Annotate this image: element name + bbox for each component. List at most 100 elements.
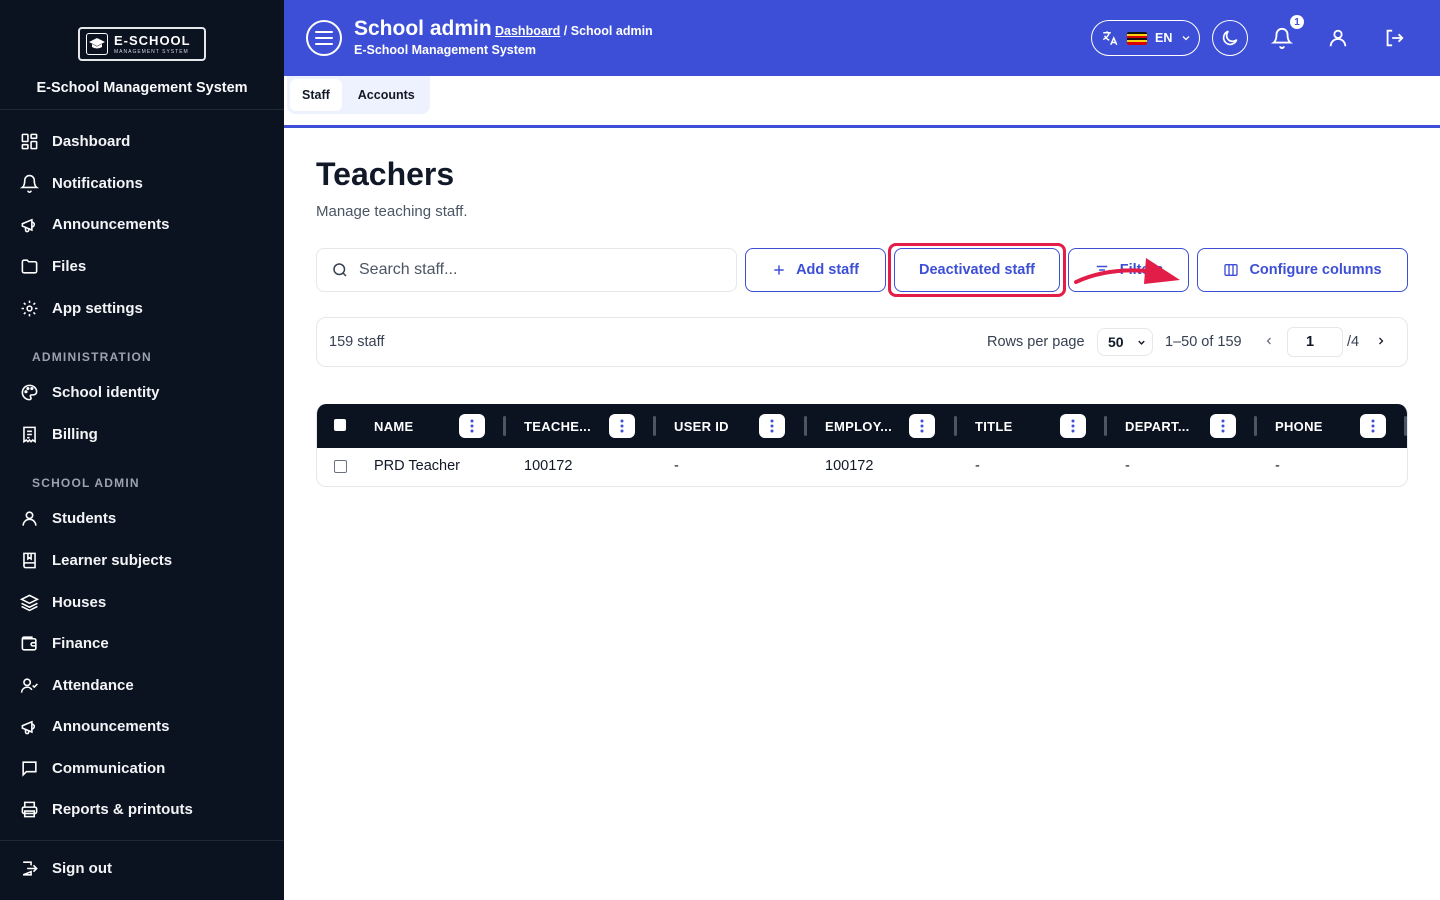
sidebar-item-houses[interactable]: Houses [0, 584, 284, 620]
tabs-bar: Staff Accounts [284, 76, 1440, 128]
language-selector[interactable]: EN [1091, 20, 1200, 56]
sidebar-item-finance[interactable]: Finance [0, 625, 284, 661]
sidebar-item-label: Announcements [52, 717, 170, 735]
page-subtitle: Manage teaching staff. [316, 203, 468, 220]
logout-button[interactable] [1380, 24, 1408, 52]
sidebar-divider [0, 840, 284, 841]
column-menu-button[interactable] [1360, 414, 1386, 438]
column-menu-button[interactable] [909, 414, 935, 438]
sidebar-item-school-identity[interactable]: School identity [0, 374, 284, 410]
breadcrumb-current: / School admin [563, 24, 653, 38]
select-all-checkbox[interactable] [334, 419, 346, 431]
sidebar-item-communication[interactable]: Communication [0, 750, 284, 786]
rows-per-page-select[interactable]: 50 [1097, 328, 1153, 356]
more-vertical-icon [920, 419, 924, 433]
sidebar-item-students[interactable]: Students [0, 500, 284, 536]
sidebar-item-billing[interactable]: Billing [0, 416, 284, 452]
prev-page-button[interactable] [1263, 334, 1275, 350]
book-icon [23, 552, 36, 568]
sidebar-item-label: Learner subjects [52, 551, 173, 569]
menu-toggle-button[interactable] [306, 20, 342, 56]
page-number-input[interactable]: 1 [1287, 327, 1343, 357]
column-header-teacher-id[interactable]: TEACHE... [524, 404, 591, 448]
column-resize-handle[interactable] [503, 416, 506, 436]
staff-table: NAME TEACHE... USER ID EMPLOY... TITLE D… [316, 404, 1408, 487]
tab-accounts[interactable]: Accounts [346, 79, 427, 111]
translate-icon [1102, 31, 1118, 46]
sign-out-icon [22, 860, 38, 876]
sidebar-item-label: Finance [52, 634, 109, 652]
column-header-name[interactable]: NAME [374, 404, 413, 448]
next-page-button[interactable] [1375, 334, 1387, 350]
column-header-phone[interactable]: PHONE [1275, 404, 1323, 448]
notification-badge: 1 [1290, 15, 1304, 29]
app-logo[interactable]: E-SCHOOL MANAGEMENT SYSTEM [78, 27, 206, 61]
megaphone-icon [21, 720, 36, 734]
more-vertical-icon [1371, 419, 1375, 433]
column-header-user-id[interactable]: USER ID [674, 404, 729, 448]
section-school-admin: SCHOOL ADMIN [32, 476, 140, 490]
sidebar-item-label: Dashboard [52, 132, 131, 150]
table-toolbar: 159 staff Rows per page 50 1–50 of 159 1… [316, 317, 1408, 367]
column-resize-handle[interactable] [1404, 416, 1407, 436]
logout-icon [1386, 29, 1404, 47]
sidebar-item-label: App settings [52, 299, 143, 317]
theme-toggle-button[interactable] [1212, 20, 1248, 56]
column-header-title[interactable]: TITLE [975, 404, 1013, 448]
cell-teacher-id: 100172 [524, 458, 573, 474]
sidebar-item-school-announcements[interactable]: Announcements [0, 708, 284, 744]
column-menu-button[interactable] [1210, 414, 1236, 438]
column-resize-handle[interactable] [954, 416, 957, 436]
sign-out-label: Sign out [52, 859, 112, 877]
sidebar-item-label: Billing [52, 425, 98, 443]
sidebar-item-label: Announcements [52, 215, 170, 233]
column-resize-handle[interactable] [653, 416, 656, 436]
more-vertical-icon [620, 419, 624, 433]
printer-icon [21, 801, 38, 817]
wallet-icon [21, 635, 37, 651]
sidebar-item-files[interactable]: Files [0, 248, 284, 284]
folder-icon [21, 258, 38, 274]
column-menu-button[interactable] [1060, 414, 1086, 438]
sidebar-item-dashboard[interactable]: Dashboard [0, 123, 284, 159]
column-header-department[interactable]: DEPART... [1125, 404, 1190, 448]
notifications-button[interactable] [1268, 24, 1296, 52]
search-input[interactable] [359, 261, 719, 279]
page-range: 1–50 of 159 [1165, 334, 1242, 350]
megaphone-icon [21, 218, 36, 232]
row-checkbox[interactable] [334, 460, 347, 473]
column-resize-handle[interactable] [1104, 416, 1107, 436]
column-menu-button[interactable] [459, 414, 485, 438]
column-menu-button[interactable] [759, 414, 785, 438]
sidebar-brand: E-SCHOOL MANAGEMENT SYSTEM E-School Mana… [0, 0, 284, 110]
search-box [316, 248, 737, 292]
column-menu-button[interactable] [609, 414, 635, 438]
moon-icon [1222, 30, 1238, 46]
sidebar-item-reports[interactable]: Reports & printouts [0, 791, 284, 827]
add-staff-button[interactable]: Add staff [745, 248, 886, 292]
sidebar-item-attendance[interactable]: Attendance [0, 667, 284, 703]
page-title: Teachers [316, 156, 455, 192]
tab-staff[interactable]: Staff [290, 79, 342, 111]
tab-list: Staff Accounts [287, 76, 430, 114]
sidebar-item-learner-subjects[interactable]: Learner subjects [0, 542, 284, 578]
sidebar-item-app-settings[interactable]: App settings [0, 290, 284, 326]
columns-icon [1224, 264, 1239, 276]
column-resize-handle[interactable] [804, 416, 807, 436]
user-icon [1329, 29, 1347, 47]
cell-name[interactable]: PRD Teacher [374, 458, 460, 474]
header-title: School admin [354, 17, 492, 40]
rows-per-page-label: Rows per page [987, 334, 1085, 350]
dashboard-icon [21, 133, 38, 149]
chevron-down-icon [1182, 36, 1190, 41]
profile-button[interactable] [1324, 24, 1352, 52]
sidebar-item-announcements[interactable]: Announcements [0, 206, 284, 242]
sign-out-button[interactable]: Sign out [0, 850, 284, 886]
configure-columns-button[interactable]: Configure columns [1197, 248, 1408, 292]
chevron-right-icon [1379, 337, 1384, 345]
column-header-employee-id[interactable]: EMPLOY... [825, 404, 892, 448]
column-resize-handle[interactable] [1254, 416, 1257, 436]
sidebar-item-notifications[interactable]: Notifications [0, 165, 284, 201]
chevron-down-icon [1137, 340, 1145, 345]
breadcrumb-dashboard-link[interactable]: Dashboard [495, 24, 560, 38]
